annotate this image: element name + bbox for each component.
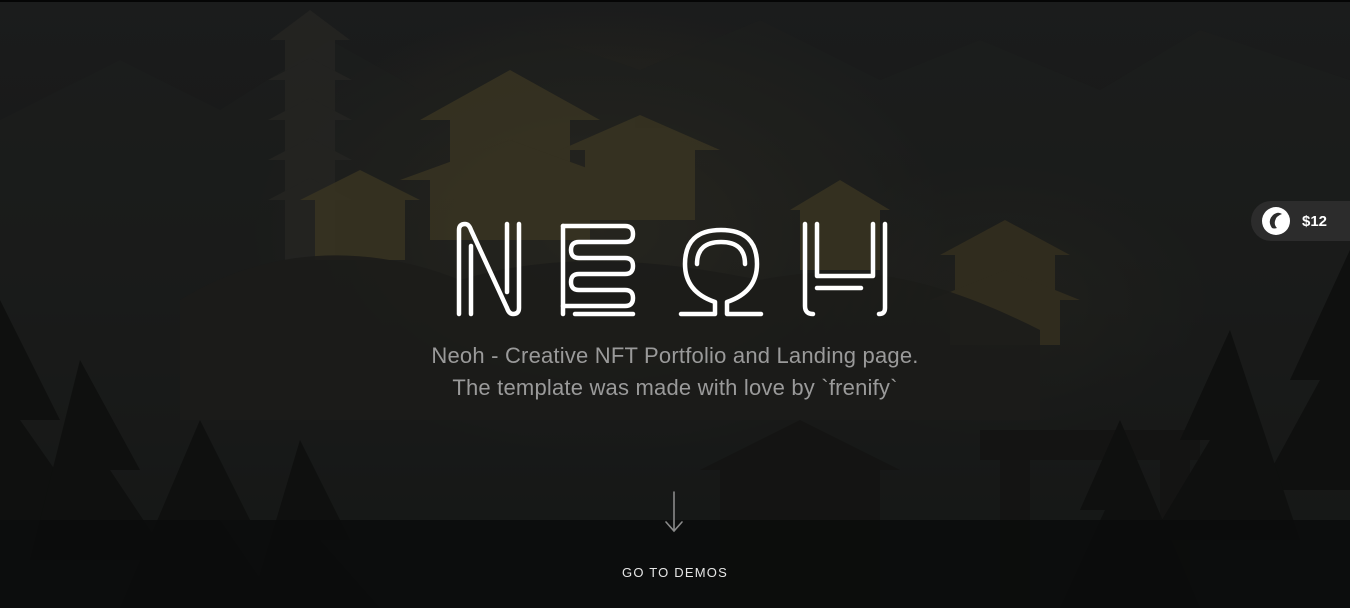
envato-market-icon [1262,207,1290,235]
hero-subtitle-line2: The template was made with love by `fren… [452,375,898,400]
go-to-demos-link[interactable]: GO TO DEMOS [0,565,1350,580]
arrow-down-icon[interactable] [664,490,684,534]
hero-subtitle-line1: Neoh - Creative NFT Portfolio and Landin… [431,343,919,368]
price-badge[interactable]: $12 [1251,201,1350,241]
hero-section: Neoh - Creative NFT Portfolio and Landin… [0,0,1350,608]
price-label: $12 [1302,212,1328,230]
neoh-logo [456,221,888,317]
